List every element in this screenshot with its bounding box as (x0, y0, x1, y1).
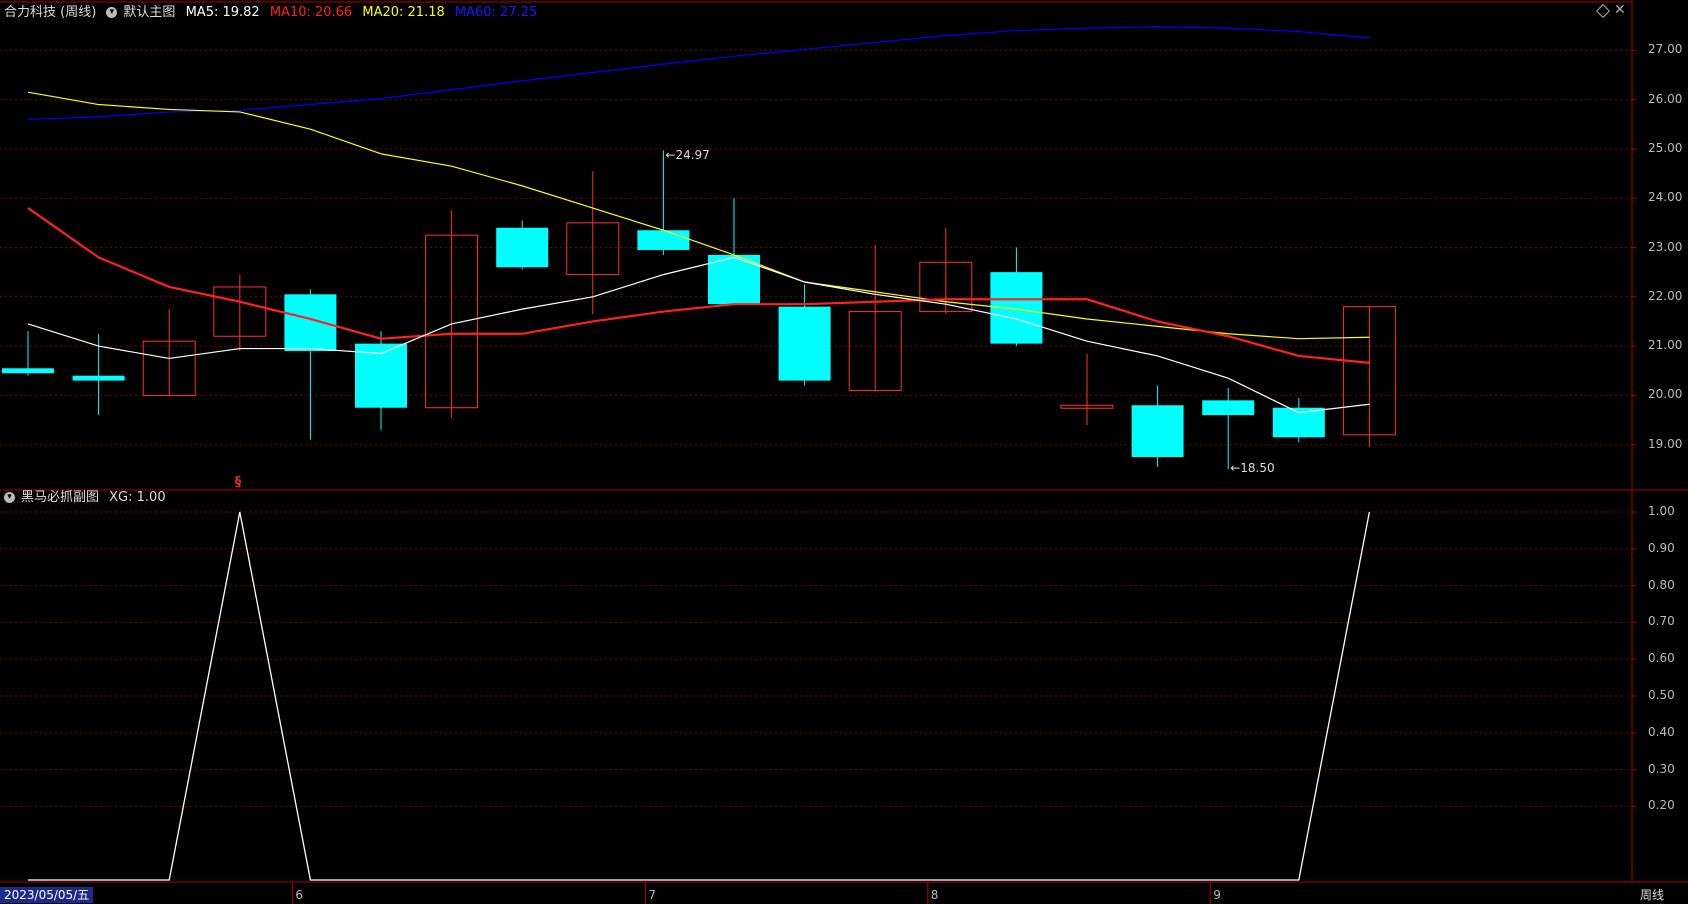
xg-value: XG: 1.00 (109, 490, 166, 505)
template-toggle-icon[interactable]: ▾ (106, 7, 118, 18)
grid-lines (0, 49, 1632, 807)
ma5-value: MA5: 19.82 (185, 5, 260, 20)
ma10-line (27, 207, 1370, 364)
ma60-value: MA60: 27.25 (454, 5, 538, 20)
time-tick-label: 9 (1213, 888, 1221, 902)
stock-title: 合力科技 (周线) (4, 5, 97, 20)
indicator-tick-label: 0.50 (1648, 688, 1675, 702)
ma60-line (27, 26, 1370, 120)
close-icon[interactable]: ✕ (1614, 2, 1626, 18)
indicator-tick-label: 0.90 (1648, 540, 1675, 555)
sub-chart-header: ▾ 黑马必抓副图 XG: 1.00 (4, 490, 172, 506)
ma20-value: MA20: 21.18 (362, 5, 445, 20)
indicator-tick-label: 1.00 (1648, 504, 1675, 518)
xg-indicator (28, 511, 1371, 881)
time-tick-label: 7 (648, 888, 657, 902)
candle-down (496, 227, 549, 268)
candle-down (990, 272, 1043, 344)
buy-signal-marker: § (234, 475, 242, 490)
price-tick-label: 26.00 (1648, 91, 1683, 106)
price-tick-label: 22.00 (1648, 288, 1683, 303)
indicator-tick-label: 0.40 (1648, 724, 1675, 739)
candle-down (778, 306, 831, 381)
time-tick-label: 6 (295, 888, 304, 902)
indicator-toggle-icon[interactable]: ▾ (4, 492, 15, 503)
indicator-tick-label: 0.20 (1648, 798, 1675, 813)
cursor-date: 2023/05/05/五 (0, 887, 94, 903)
candle-down (637, 230, 690, 250)
price-tick-label: 27.00 (1648, 42, 1683, 57)
xg-line (28, 511, 1371, 881)
kline-chart[interactable] (0, 0, 1688, 904)
candle-down (1131, 405, 1184, 458)
indicator-tick-label: 0.80 (1648, 577, 1675, 592)
time-tick-label: 8 (930, 888, 939, 902)
price-tick-label: 19.00 (1648, 436, 1683, 451)
template-name[interactable]: 默认主图 (123, 5, 175, 20)
price-tick-label: 23.00 (1648, 239, 1683, 254)
indicator-tick-label: 0.70 (1648, 614, 1675, 629)
price-tick-label: 20.00 (1648, 387, 1683, 402)
price-tick-label: 24.00 (1648, 190, 1683, 205)
candle-down (2, 368, 54, 374)
price-tick-label: 21.00 (1648, 338, 1683, 353)
low-price-label: ←18.50 (1230, 461, 1275, 476)
period-label[interactable]: 周线 (1640, 887, 1664, 903)
indicator-tick-label: 0.30 (1648, 761, 1675, 776)
candle-down (284, 294, 337, 352)
indicator-name[interactable]: 黑马必抓副图 (21, 490, 99, 505)
price-tick-label: 25.00 (1648, 140, 1683, 155)
ma5-line (27, 256, 1370, 414)
high-price-label: ←24.97 (665, 148, 710, 163)
candle-down (72, 375, 125, 381)
ma-lines (27, 26, 1370, 414)
indicator-tick-label: 0.60 (1648, 651, 1675, 666)
chart-frame (0, 0, 1688, 904)
ma10-value: MA10: 20.66 (269, 5, 353, 20)
candle-down (1202, 400, 1255, 416)
ma20-line (27, 91, 1370, 340)
main-chart-header: 合力科技 (周线) ▾ 默认主图 MA5: 19.82 MA10: 20.66 M… (4, 5, 543, 21)
